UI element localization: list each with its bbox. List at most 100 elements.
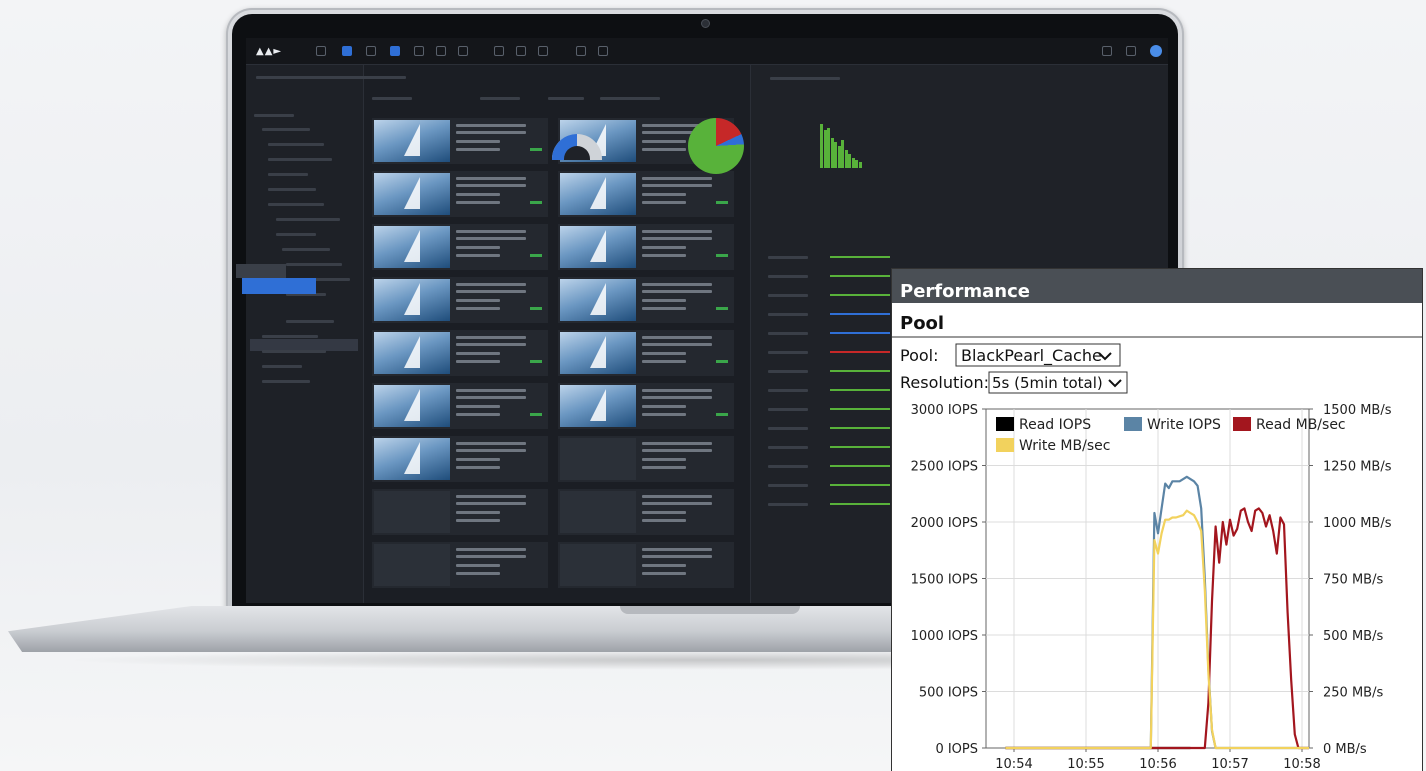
asset-thumbnail[interactable] xyxy=(374,120,450,162)
asset-thumbnail[interactable] xyxy=(560,544,636,586)
asset-thumbnail[interactable] xyxy=(374,173,450,215)
tree-item[interactable] xyxy=(268,173,308,176)
monitor-icon[interactable] xyxy=(538,46,548,56)
filter-option[interactable] xyxy=(548,97,584,100)
pool-usage-bar xyxy=(830,389,890,391)
settings-icon[interactable] xyxy=(598,46,608,56)
asset-card[interactable] xyxy=(372,383,548,429)
pool-row[interactable] xyxy=(768,332,808,335)
help-icon[interactable] xyxy=(1102,46,1112,56)
asset-thumbnail[interactable] xyxy=(560,491,636,533)
home-icon[interactable] xyxy=(316,46,326,56)
pool-row[interactable] xyxy=(768,427,808,430)
pool-row[interactable] xyxy=(768,484,808,487)
asset-card[interactable] xyxy=(558,436,734,482)
tree-item[interactable] xyxy=(276,233,316,236)
x-tick-label: 10:58 xyxy=(1283,757,1320,771)
asset-thumbnail[interactable] xyxy=(374,332,450,374)
share-icon[interactable] xyxy=(516,46,526,56)
asset-card[interactable] xyxy=(558,224,734,270)
asset-thumbnail[interactable] xyxy=(560,332,636,374)
asset-card[interactable] xyxy=(372,330,548,376)
tree-item[interactable] xyxy=(262,128,310,131)
folder-icon[interactable] xyxy=(414,46,424,56)
asset-thumbnail[interactable] xyxy=(560,279,636,321)
search-icon[interactable] xyxy=(366,46,376,56)
pool-row[interactable] xyxy=(768,446,808,449)
pool-select-value[interactable]: BlackPearl_Cache xyxy=(961,346,1102,366)
asset-thumbnail[interactable] xyxy=(560,173,636,215)
tree-item[interactable] xyxy=(268,203,324,206)
asset-card[interactable] xyxy=(372,171,548,217)
pool-row[interactable] xyxy=(768,465,808,468)
asset-card[interactable] xyxy=(372,436,548,482)
tree-item[interactable] xyxy=(262,380,310,383)
tree-item[interactable] xyxy=(262,335,318,338)
widget-bar xyxy=(858,162,862,168)
display-options[interactable] xyxy=(600,97,660,100)
asset-card[interactable] xyxy=(558,330,734,376)
asset-card[interactable] xyxy=(558,542,734,588)
asset-thumbnail[interactable] xyxy=(374,544,450,586)
avatar[interactable] xyxy=(1150,45,1162,57)
asset-card[interactable] xyxy=(558,171,734,217)
breadcrumb[interactable] xyxy=(256,76,406,79)
legend-swatch xyxy=(996,438,1014,452)
sort-option[interactable] xyxy=(480,97,520,100)
resolution-select[interactable]: 5s (5min total) xyxy=(988,371,1128,394)
asset-card[interactable] xyxy=(558,489,734,535)
pool-row[interactable] xyxy=(768,256,808,259)
tree-item[interactable] xyxy=(262,365,302,368)
status-badge xyxy=(530,413,542,416)
asset-thumbnail[interactable] xyxy=(374,279,450,321)
asset-card[interactable] xyxy=(372,224,548,270)
asset-card[interactable] xyxy=(558,277,734,323)
tree-item[interactable] xyxy=(268,143,324,146)
asset-card[interactable] xyxy=(372,542,548,588)
asset-thumbnail[interactable] xyxy=(560,438,636,480)
context-menu[interactable] xyxy=(236,264,286,278)
asset-card[interactable] xyxy=(372,118,548,164)
pool-select[interactable]: BlackPearl_Cache xyxy=(955,343,1121,367)
tree-item[interactable] xyxy=(254,114,294,117)
tree-item[interactable] xyxy=(262,350,326,353)
context-menu-item[interactable] xyxy=(242,278,316,294)
asset-card[interactable] xyxy=(372,277,548,323)
pool-row[interactable] xyxy=(768,313,808,316)
asset-thumbnail[interactable] xyxy=(560,226,636,268)
tree-item[interactable] xyxy=(286,263,342,266)
asset-thumbnail[interactable] xyxy=(560,385,636,427)
asset-card[interactable] xyxy=(372,489,548,535)
pool-row[interactable] xyxy=(768,389,808,392)
asset-meta-line xyxy=(642,405,686,408)
tree-item[interactable] xyxy=(268,188,316,191)
pool-usage-bar xyxy=(830,256,890,258)
pool-row[interactable] xyxy=(768,370,808,373)
asset-meta-line xyxy=(642,555,712,558)
pool-row[interactable] xyxy=(768,503,808,506)
tasks-icon[interactable] xyxy=(390,46,400,56)
pool-row[interactable] xyxy=(768,408,808,411)
pool-row[interactable] xyxy=(768,275,808,278)
bar-widget xyxy=(820,118,864,168)
resolution-select-value[interactable]: 5s (5min total) xyxy=(992,374,1103,392)
notifications-icon[interactable] xyxy=(1126,46,1136,56)
asset-thumbnail[interactable] xyxy=(374,385,450,427)
tree-item[interactable] xyxy=(282,248,330,251)
browse-icon[interactable] xyxy=(342,46,352,56)
asset-thumbnail[interactable] xyxy=(374,491,450,533)
tree-item[interactable] xyxy=(268,158,332,161)
tree-item[interactable] xyxy=(286,320,334,323)
export-icon[interactable] xyxy=(576,46,586,56)
x-tick-label: 10:56 xyxy=(1139,757,1176,771)
pool-row[interactable] xyxy=(768,294,808,297)
upload-icon[interactable] xyxy=(494,46,504,56)
clip-icon[interactable] xyxy=(458,46,468,56)
list-icon[interactable] xyxy=(436,46,446,56)
legend-label: Read IOPS xyxy=(1019,417,1091,433)
asset-thumbnail[interactable] xyxy=(374,226,450,268)
asset-card[interactable] xyxy=(558,383,734,429)
asset-thumbnail[interactable] xyxy=(374,438,450,480)
pool-row[interactable] xyxy=(768,351,808,354)
tree-item[interactable] xyxy=(276,218,340,221)
